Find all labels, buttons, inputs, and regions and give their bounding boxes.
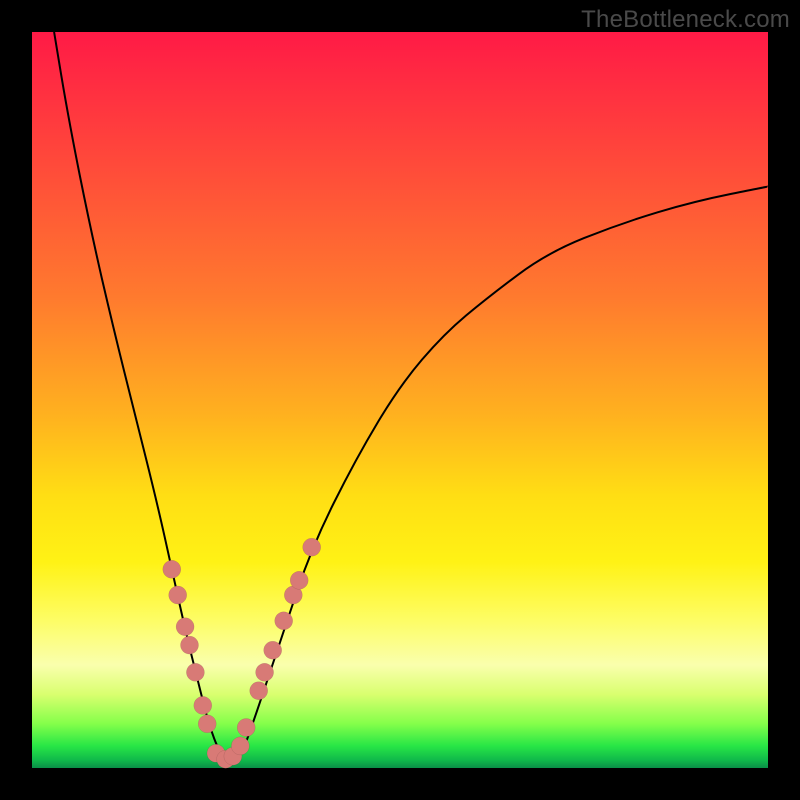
curve-marker [194, 696, 212, 714]
curve-marker [303, 538, 321, 556]
curve-marker [176, 618, 194, 636]
curve-line [54, 32, 768, 759]
curve-marker [186, 663, 204, 681]
curve-marker [198, 715, 216, 733]
markers-group [163, 538, 321, 768]
curve-marker [181, 636, 199, 654]
curve-marker [250, 682, 268, 700]
curve-marker [256, 663, 274, 681]
chart-svg [32, 32, 768, 768]
curve-marker [169, 586, 187, 604]
curve-marker [264, 641, 282, 659]
watermark-text: TheBottleneck.com [581, 6, 790, 34]
plot-area [32, 32, 768, 768]
chart-frame: TheBottleneck.com [0, 0, 800, 800]
curve-marker [275, 612, 293, 630]
curve-marker [237, 719, 255, 737]
curve-marker [290, 571, 308, 589]
curve-marker [163, 560, 181, 578]
curve-marker [231, 737, 249, 755]
